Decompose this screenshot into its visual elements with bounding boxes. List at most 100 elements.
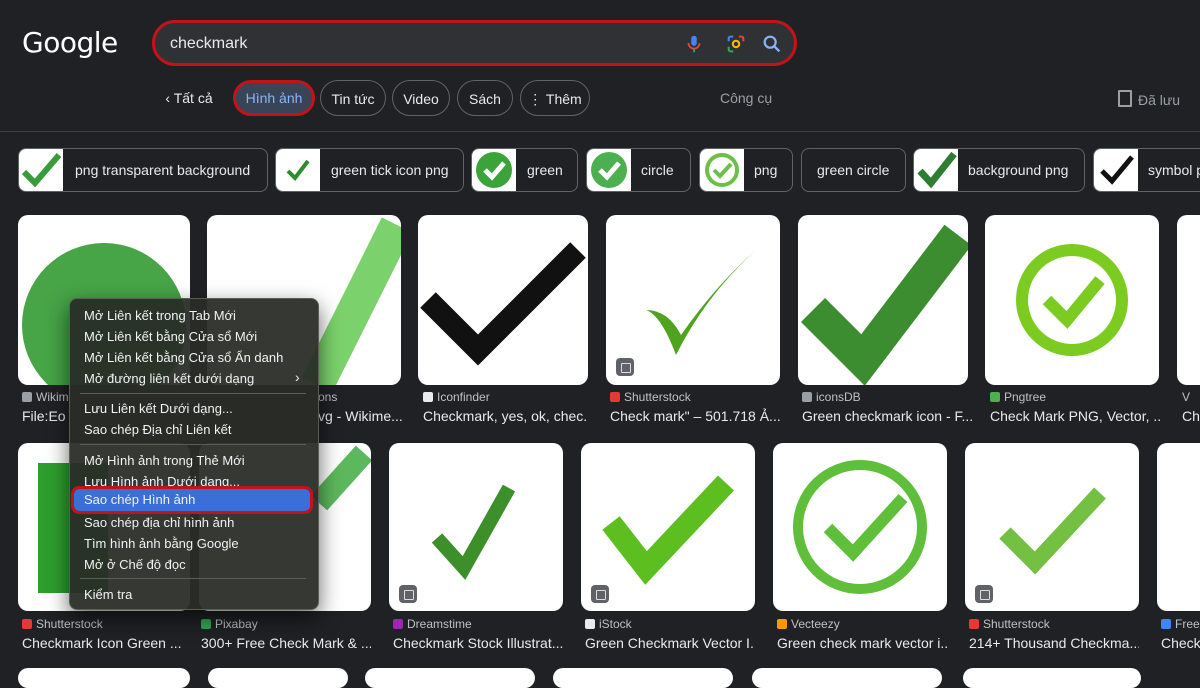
google-logo[interactable]: Google [22, 26, 118, 59]
search-input[interactable]: checkmark [170, 35, 247, 53]
result-source: iconsDB [802, 390, 861, 404]
result-title[interactable]: Checkmark, yes, ok, chec... [423, 408, 588, 424]
result-title[interactable]: Checkmark Stock Illustrat... [393, 635, 563, 651]
chip-png[interactable]: png [699, 148, 793, 192]
result-title[interactable]: vg - Wikime... [318, 408, 404, 424]
menu-open-link-incognito[interactable]: Mở Liên kết bằng Cửa sổ Ẩn danh [84, 350, 283, 365]
source-favicon [201, 619, 211, 629]
result-title[interactable]: Green check mark vector i... [777, 635, 947, 651]
image-result[interactable] [773, 443, 947, 611]
chip-label: symbol p [1148, 162, 1200, 178]
header-divider [0, 131, 1200, 132]
image-result[interactable] [389, 443, 563, 611]
result-title[interactable]: File:Eo c [22, 408, 70, 424]
source-favicon [585, 619, 595, 629]
chevron-right-icon: › [295, 369, 300, 385]
chip-background-png[interactable]: background png [913, 148, 1085, 192]
result-title[interactable]: Che [1182, 408, 1200, 424]
image-result[interactable] [752, 668, 942, 688]
source-favicon [777, 619, 787, 629]
result-source: Shutterstock [22, 617, 103, 631]
tools-button[interactable]: Công cụ [720, 90, 772, 106]
image-result[interactable] [606, 215, 780, 385]
mic-icon[interactable] [683, 33, 705, 55]
menu-divider [80, 578, 306, 579]
saved-label: Đã lưu [1138, 92, 1181, 108]
menu-copy-link-address[interactable]: Sao chép Địa chỉ Liên kết [84, 422, 231, 437]
image-badge-icon [591, 585, 609, 603]
menu-copy-image[interactable]: Sao chép Hình ảnh [71, 486, 313, 514]
dark-green-check-image [800, 224, 968, 385]
menu-divider [80, 393, 306, 394]
image-result[interactable] [798, 215, 968, 385]
image-result[interactable] [965, 443, 1139, 611]
source-favicon [1161, 619, 1171, 629]
chip-label: png [754, 162, 778, 178]
menu-copy-image-address[interactable]: Sao chép địa chỉ hình ảnh [84, 515, 234, 530]
chip-thumb [276, 149, 320, 191]
source-favicon [802, 392, 812, 402]
chip-green-tick[interactable]: green tick icon png [275, 148, 464, 192]
image-result[interactable] [418, 215, 588, 385]
lens-icon[interactable] [725, 33, 747, 55]
chip-label: green [527, 162, 563, 178]
search-box[interactable]: checkmark [152, 20, 797, 66]
result-source: Shutterstock [610, 390, 691, 404]
result-source: Dreamstime [393, 617, 472, 631]
result-title[interactable]: Check [1161, 635, 1200, 651]
context-menu: Mở Liên kết trong Tab Mới Mở Liên kết bằ… [69, 298, 319, 610]
menu-search-image-google[interactable]: Tìm hình ảnh bằng Google [84, 536, 239, 551]
result-title[interactable]: Green Checkmark Vector I... [585, 635, 755, 651]
search-icon[interactable] [761, 33, 783, 55]
chip-circle[interactable]: circle [586, 148, 691, 192]
result-title[interactable]: 214+ Thousand Checkma... [969, 635, 1139, 651]
chip-thumb [914, 149, 958, 191]
image-result[interactable] [581, 443, 755, 611]
image-result[interactable] [985, 215, 1159, 385]
result-title[interactable]: Check mark" – 501.718 Ả... [610, 408, 780, 424]
menu-open-link-new-window[interactable]: Mở Liên kết bằng Cửa sổ Mới [84, 329, 257, 344]
chip-label: circle [641, 162, 674, 178]
chevron-left-icon: ‹ [165, 90, 174, 106]
menu-save-link-as[interactable]: Lưu Liên kết Dưới dạng... [84, 401, 233, 416]
chip-symbol[interactable]: symbol p [1093, 148, 1200, 192]
result-source: Shutterstock [969, 617, 1050, 631]
menu-open-reader-mode[interactable]: Mở ở Chế độ đọc [84, 557, 186, 572]
menu-open-link-as[interactable]: Mở đường liên kết dưới dạng [84, 371, 254, 386]
saved-button[interactable]: Đã lưu [1118, 90, 1180, 108]
image-result[interactable] [553, 668, 733, 688]
tab-all[interactable]: ‹ Tất cả [158, 80, 220, 116]
result-title[interactable]: Green checkmark icon - F... [802, 408, 972, 424]
menu-save-image-as[interactable]: Lưu Hình ảnh Dưới dạng... [84, 474, 240, 489]
source-favicon [22, 392, 32, 402]
tab-images[interactable]: Hình ảnh [233, 80, 315, 116]
chip-png-transparent[interactable]: png transparent background [18, 148, 268, 192]
tab-news[interactable]: Tin tức [320, 80, 386, 116]
chip-label: background png [968, 162, 1069, 178]
chip-green[interactable]: green [471, 148, 578, 192]
result-source: ons [318, 390, 338, 404]
chip-label: png transparent background [75, 162, 251, 178]
result-source: V [1182, 390, 1191, 404]
image-result[interactable] [1177, 215, 1200, 385]
result-source: Wikim [22, 390, 69, 404]
chip-green-circle[interactable]: green circle [801, 148, 906, 192]
image-result[interactable] [1157, 443, 1200, 611]
chip-label: green tick icon png [331, 162, 449, 178]
image-result[interactable] [208, 668, 348, 688]
menu-open-link-new-tab[interactable]: Mở Liên kết trong Tab Mới [84, 308, 236, 323]
menu-open-image-new-tab[interactable]: Mở Hình ảnh trong Thẻ Mới [84, 453, 245, 468]
tab-video[interactable]: Video [392, 80, 450, 116]
image-result[interactable] [18, 668, 190, 688]
image-result[interactable] [963, 668, 1141, 688]
menu-inspect[interactable]: Kiểm tra [84, 587, 132, 602]
result-title[interactable]: 300+ Free Check Mark & ... [201, 635, 371, 651]
circle-swoosh-check-image [793, 460, 927, 594]
result-title[interactable]: Check Mark PNG, Vector, ... [990, 408, 1160, 424]
tab-more[interactable]: ⋮ Thêm [520, 80, 590, 116]
image-result[interactable] [365, 668, 535, 688]
chip-thumb [587, 149, 631, 191]
result-title[interactable]: Checkmark Icon Green ... [22, 635, 192, 651]
tab-books[interactable]: Sách [457, 80, 513, 116]
chip-thumb [700, 149, 744, 191]
